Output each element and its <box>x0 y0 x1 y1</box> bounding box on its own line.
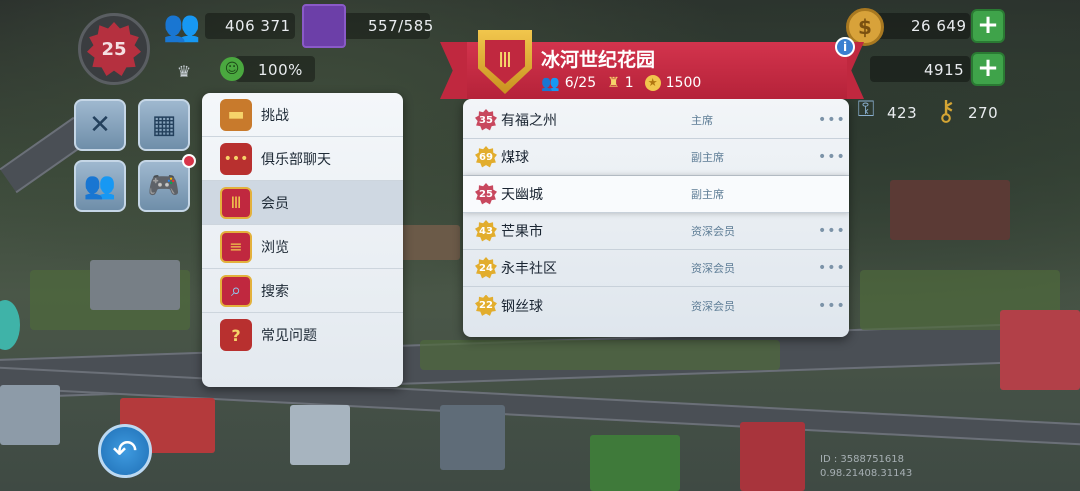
member-row[interactable]: 35 有福之州 主席 ••• <box>463 102 849 139</box>
chat-bubble-icon: ••• <box>220 142 252 175</box>
member-more-button[interactable]: ••• <box>818 298 846 314</box>
golden-keys-value: 423 <box>887 104 918 122</box>
faq-book-icon: ? <box>220 319 252 351</box>
wrench-screwdriver-icon: ✕ <box>89 110 111 140</box>
population-value: 406 371 <box>225 17 291 35</box>
member-more-button[interactable]: ••• <box>818 223 846 239</box>
member-more-button[interactable]: ••• <box>818 149 846 165</box>
menu-item-label: 常见问题 <box>261 328 317 344</box>
member-row-self[interactable]: 25 天幽城 副主席 <box>463 176 849 213</box>
member-name: 永丰社区 <box>501 261 557 277</box>
member-role: 资深会员 <box>691 299 735 313</box>
menu-item-faq[interactable]: ? 常见问题 <box>202 313 403 357</box>
platinum-keys-value: 270 <box>968 104 999 122</box>
member-more-button[interactable]: ••• <box>818 260 846 276</box>
menu-item-members[interactable]: Ⅲ 会员 <box>202 181 403 225</box>
treasure-chest-icon: ▬ <box>220 98 252 131</box>
menu-item-label: 俱乐部聊天 <box>261 151 331 168</box>
back-button[interactable]: ↶ <box>98 424 152 478</box>
club-points: 1500 <box>665 75 702 91</box>
game-controller-button[interactable]: 🎮 <box>138 160 190 212</box>
member-role: 副主席 <box>691 188 724 201</box>
back-arrow-icon: ↶ <box>112 433 138 469</box>
member-name: 煤球 <box>501 150 529 166</box>
simcash-value: 4915 <box>924 61 965 79</box>
member-name: 有福之州 <box>501 113 557 129</box>
menu-item-browse[interactable]: ≡ 浏览 <box>202 225 403 269</box>
menu-item-label: 搜索 <box>261 283 289 300</box>
club-name: 冰河世纪花园 <box>541 49 656 71</box>
club-shield-icon: Ⅲ <box>220 186 252 219</box>
member-level-badge: 22 <box>475 294 497 316</box>
add-simcash-button[interactable]: + <box>971 52 1005 86</box>
add-simoleons-button[interactable]: + <box>971 9 1005 43</box>
mayor-crown-icon: ♛ <box>176 61 192 81</box>
war-tower-icon: ♜ <box>607 75 620 91</box>
member-level-badge: 25 <box>475 183 497 205</box>
build-tools-button[interactable]: ✕ <box>74 99 126 151</box>
population-icon: 👥 <box>163 8 201 44</box>
player-level-badge[interactable]: 25 <box>78 13 150 85</box>
notification-dot <box>182 154 196 168</box>
calendar-icon: ▦ <box>151 110 177 140</box>
menu-item-search[interactable]: ⌕ 搜索 <box>202 269 403 313</box>
storage-value: 557/585 <box>368 17 434 35</box>
side-helper-icon[interactable] <box>0 300 20 350</box>
member-row[interactable]: 69 煤球 副主席 ••• <box>463 139 849 176</box>
menu-item-label: 挑战 <box>261 107 289 124</box>
club-members-panel: 35 有福之州 主席 ••• 69 煤球 副主席 ••• 25 天幽城 副主席 … <box>463 99 849 337</box>
member-row[interactable]: 24 永丰社区 资深会员 ••• <box>463 250 849 287</box>
menu-item-label: 浏览 <box>261 239 289 256</box>
menu-item-challenges[interactable]: ▬ 挑战 <box>202 93 403 137</box>
member-more-button[interactable]: ••• <box>818 112 846 128</box>
happiness-smiley-icon: ☺ <box>220 57 244 81</box>
member-level-badge: 35 <box>475 109 497 131</box>
build-version: 0.98.21408.31143 <box>820 468 913 479</box>
members-icon: 👥 <box>541 74 560 92</box>
member-role: 副主席 <box>691 151 724 164</box>
platinum-key-icon: ⚷ <box>935 93 957 127</box>
club-wars-count: 1 <box>624 75 634 91</box>
club-stats: 👥 6/25 ♜ 1 ★ 1500 <box>541 74 701 92</box>
friends-icon: 👥 <box>83 171 117 201</box>
member-name: 天幽城 <box>501 187 543 203</box>
member-role: 资深会员 <box>691 262 735 275</box>
level-star-icon: 25 <box>87 22 141 76</box>
member-role: 资深会员 <box>691 225 735 238</box>
club-info-button[interactable]: i <box>835 37 855 57</box>
club-member-count: 6/25 <box>564 75 597 91</box>
gamepad-icon: 🎮 <box>147 171 181 201</box>
player-id: ID : 3588751618 <box>820 454 904 465</box>
member-level-badge: 24 <box>475 257 497 279</box>
menu-item-club-chat[interactable]: ••• 俱乐部聊天 <box>202 137 403 181</box>
player-level: 25 <box>101 38 127 60</box>
simoleons-value: 26 649 <box>911 17 967 35</box>
social-button[interactable]: 👥 <box>74 160 126 212</box>
storage-warehouse-icon[interactable] <box>302 4 346 48</box>
member-level-badge: 69 <box>475 146 497 168</box>
menu-item-label: 会员 <box>261 195 289 212</box>
points-star-icon: ★ <box>644 75 661 91</box>
build-id: ID : 3588751618 0.98.21408.31143 <box>820 453 912 481</box>
calendar-button[interactable]: ▦ <box>138 99 190 151</box>
club-menu-panel: ▬ 挑战 ••• 俱乐部聊天 Ⅲ 会员 ≡ 浏览 ⌕ 搜索 ? 常见问题 <box>202 93 403 387</box>
member-row[interactable]: 43 芒果市 资深会员 ••• <box>463 213 849 250</box>
happiness-value: 100% <box>258 61 303 79</box>
member-level-badge: 43 <box>475 220 497 242</box>
magnifier-icon: ⌕ <box>220 274 252 307</box>
member-role: 主席 <box>691 114 713 127</box>
member-row[interactable]: 22 钢丝球 资深会员 ••• <box>463 287 849 324</box>
member-name: 钢丝球 <box>501 298 543 315</box>
browse-shield-icon: ≡ <box>220 230 252 263</box>
member-name: 芒果市 <box>501 224 543 240</box>
